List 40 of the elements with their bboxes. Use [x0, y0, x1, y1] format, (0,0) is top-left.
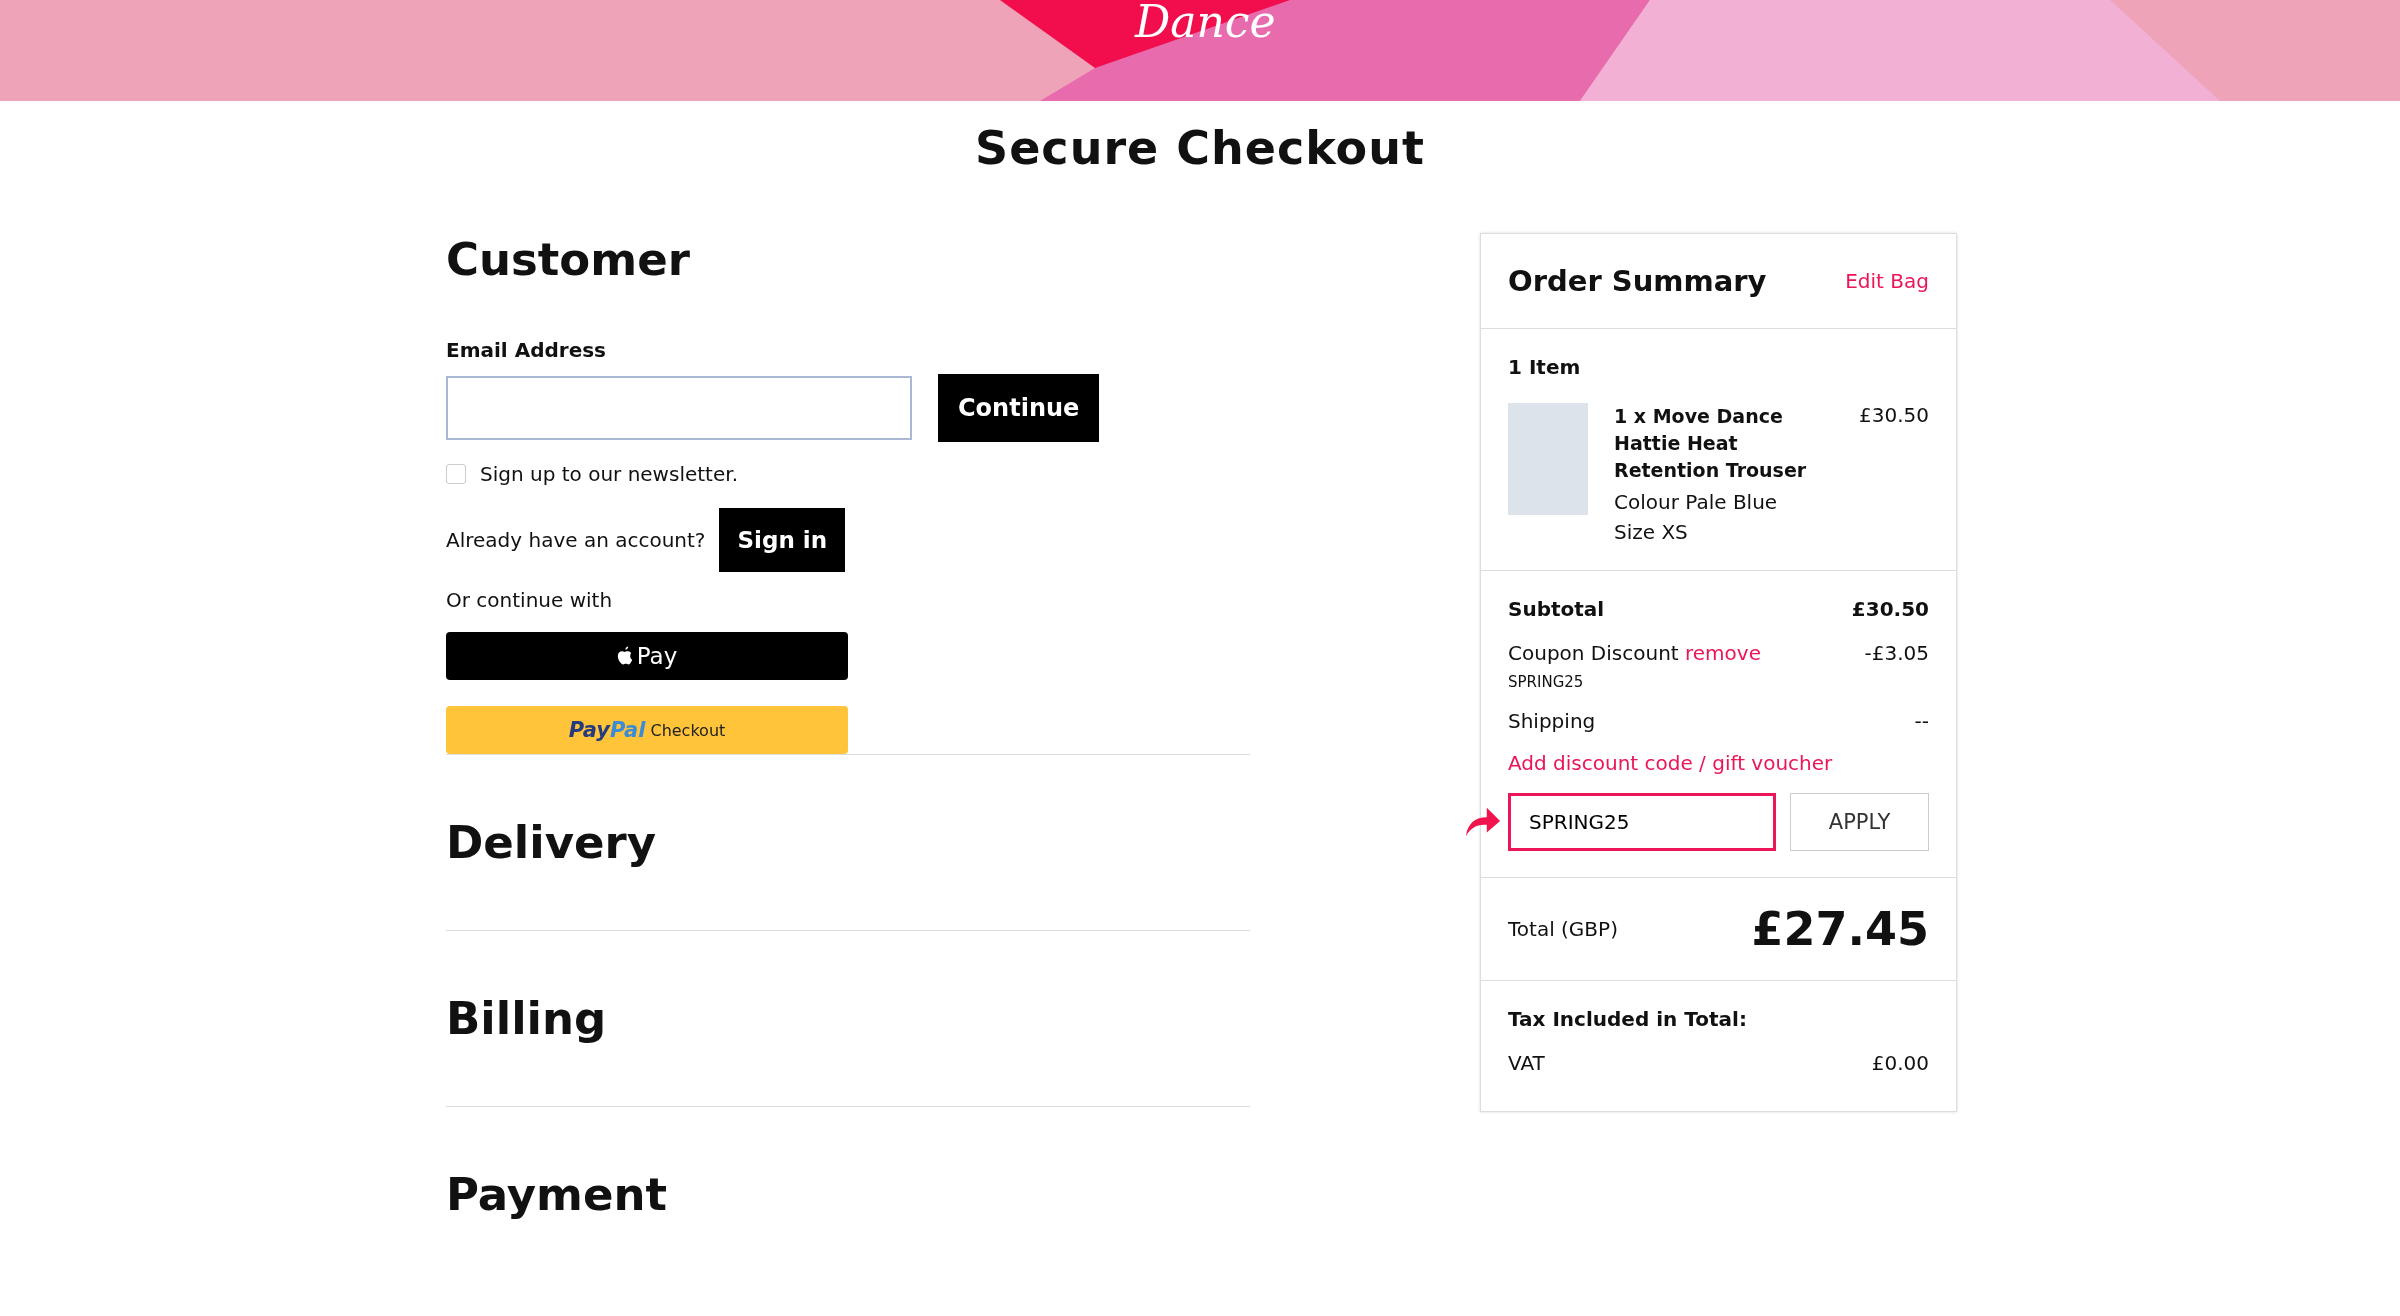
product-price: £30.50 — [1859, 403, 1929, 427]
tax-heading: Tax Included in Total: — [1508, 1007, 1748, 1031]
vat-label: VAT — [1508, 1051, 1545, 1075]
discount-code-link[interactable]: Add discount code / gift voucher — [1508, 751, 1929, 775]
vat-value: £0.00 — [1871, 1051, 1929, 1075]
page-title: Secure Checkout — [974, 121, 1426, 175]
account-prompt: Already have an account? — [446, 528, 706, 552]
apply-button[interactable]: APPLY — [1790, 793, 1929, 851]
field-label: Email Address — [446, 338, 608, 362]
product-size: Size XS — [1614, 520, 1689, 544]
shipping-label: Shipping — [1508, 709, 1596, 733]
apple-pay-button[interactable]: Pay — [446, 632, 848, 680]
remove-link[interactable]: remove — [1685, 641, 1761, 665]
alternative-prompt: Or continue with — [446, 588, 614, 612]
section-heading: Customer — [446, 233, 691, 286]
paypal-checkout-button[interactable]: PayPal Checkout — [446, 706, 848, 754]
coupon-code: SPRING25 — [1508, 673, 1585, 691]
shipping-value: -- — [1914, 709, 1929, 733]
section-heading: Delivery — [446, 816, 657, 869]
apple-icon — [616, 646, 633, 666]
continue-button[interactable]: Continue — [938, 374, 1100, 442]
section-heading: Billing — [446, 992, 607, 1045]
discount-code-field[interactable]: SPRING25 — [1508, 793, 1776, 851]
subtotal-value: £30.50 — [1851, 597, 1929, 621]
checkbox-label: Sign up to our newsletter. — [480, 462, 738, 486]
section-heading: Payment — [446, 1168, 668, 1221]
item-count: 1 Item — [1508, 355, 1582, 379]
edit-bag-link[interactable]: Edit Bag — [1845, 269, 1929, 293]
total-label: Total (GBP) — [1508, 917, 1618, 941]
email-field[interactable] — [446, 376, 912, 440]
sign-in-button[interactable]: Sign in — [719, 508, 846, 572]
product-colour: Colour Pale Blue — [1614, 490, 1779, 514]
curved-arrow-icon — [1464, 805, 1502, 837]
coupon-value: -£3.05 — [1864, 641, 1929, 665]
subtotal-label: Subtotal — [1508, 597, 1605, 621]
newsletter-checkbox[interactable] — [446, 464, 466, 484]
coupon-label: Coupon Discount — [1508, 641, 1679, 665]
product-name: 1 x Move Dance Hattie Heat Retention Trouser — [1614, 404, 1808, 483]
total-value: £27.45 — [1751, 902, 1929, 956]
card-title: Order Summary — [1508, 264, 1767, 298]
